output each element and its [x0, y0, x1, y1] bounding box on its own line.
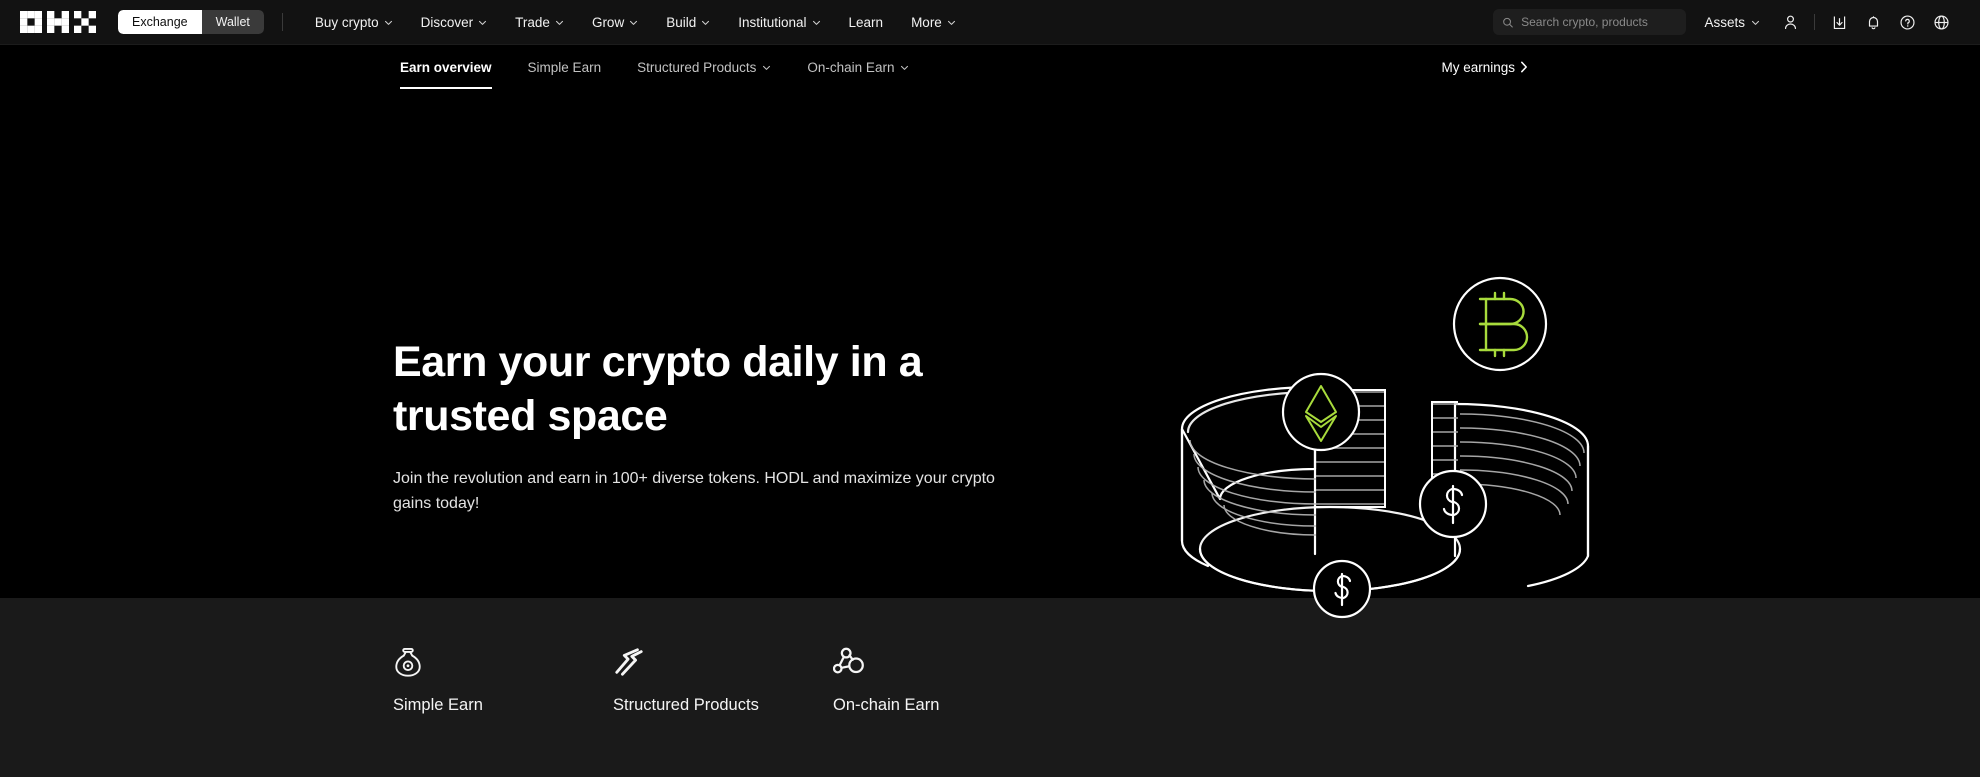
menu-item-more[interactable]: More: [897, 0, 970, 45]
user-icon: [1784, 15, 1796, 29]
menu-label: More: [911, 14, 942, 30]
tab-label: Structured Products: [637, 59, 757, 75]
menu-item-buy-crypto[interactable]: Buy crypto: [301, 0, 407, 45]
hero-copy: Earn your crypto daily in a trusted spac…: [393, 335, 1073, 517]
menu-item-discover[interactable]: Discover: [407, 0, 502, 45]
bell-icon: [1868, 15, 1878, 29]
menu-item-build[interactable]: Build: [652, 0, 724, 45]
main-menu: Buy crypto Discover Trade Grow Build Ins…: [301, 0, 970, 45]
chevron-down-icon: [901, 65, 909, 70]
nav-divider: [1814, 14, 1815, 30]
product-card-label: Structured Products: [613, 696, 759, 714]
chevron-down-icon: [630, 20, 638, 25]
tab-structured-products[interactable]: Structured Products: [619, 45, 789, 89]
page-title: Earn your crypto daily in a trusted spac…: [393, 338, 923, 441]
chevron-down-icon: [702, 20, 710, 25]
my-earnings-link[interactable]: My earnings: [1441, 60, 1958, 75]
my-earnings-label: My earnings: [1441, 59, 1515, 75]
help-icon: [1899, 14, 1915, 30]
menu-item-institutional[interactable]: Institutional: [724, 0, 834, 45]
subnav-tabs: Earn overview Simple Earn Structured Pro…: [0, 45, 927, 89]
search-icon: [1503, 17, 1514, 28]
exchange-wallet-switch[interactable]: Exchange Wallet: [118, 10, 264, 34]
assets-label: Assets: [1704, 14, 1745, 30]
menu-label: Buy crypto: [314, 14, 379, 30]
menu-label: Trade: [515, 14, 550, 30]
tab-simple-earn[interactable]: Simple Earn: [510, 45, 620, 89]
notifications-button[interactable]: [1856, 0, 1890, 45]
hero-section: Earn your crypto daily in a trusted spac…: [0, 89, 1980, 619]
chevron-down-icon: [1751, 20, 1760, 25]
tab-on-chain-earn[interactable]: On-chain Earn: [789, 45, 927, 89]
product-card-structured-products[interactable]: Structured Products: [613, 645, 833, 715]
user-account-button[interactable]: [1773, 0, 1807, 45]
chevron-down-icon: [812, 20, 820, 25]
nav-divider: [281, 13, 283, 31]
help-button[interactable]: [1890, 0, 1924, 45]
menu-label: Discover: [420, 14, 474, 30]
chevron-down-icon: [555, 20, 563, 25]
exchange-toggle[interactable]: Exchange: [118, 10, 202, 34]
chevron-down-icon: [384, 20, 392, 25]
product-card-on-chain-earn[interactable]: On-chain Earn: [833, 645, 1053, 715]
hero-subtitle: Join the revolution and earn in 100+ div…: [393, 470, 995, 513]
network-nodes-icon-wrap: [833, 645, 865, 679]
chevron-right-icon: [1521, 61, 1527, 73]
product-shortcuts: Simple Earn Structured Products On-chain…: [0, 598, 1980, 777]
menu-label: Build: [666, 14, 697, 30]
tab-earn-overview[interactable]: Earn overview: [382, 45, 510, 89]
menu-label: Institutional: [738, 14, 807, 30]
crypto-vault-illustration: [1180, 276, 1590, 619]
assets-menu[interactable]: Assets: [1686, 0, 1773, 45]
product-card-simple-earn[interactable]: Simple Earn: [393, 645, 613, 715]
okx-logo[interactable]: [20, 11, 96, 33]
menu-item-learn[interactable]: Learn: [835, 0, 898, 45]
network-nodes-icon: [833, 647, 864, 674]
menu-label: Learn: [848, 14, 884, 30]
menu-label: Grow: [591, 14, 625, 30]
money-bag-icon: [395, 647, 421, 677]
nav-right-cluster: Assets: [1493, 0, 1958, 45]
language-button[interactable]: [1924, 0, 1958, 45]
menu-item-trade[interactable]: Trade: [501, 0, 578, 45]
money-bag-icon-wrap: [393, 645, 423, 679]
search-box[interactable]: [1493, 9, 1687, 35]
tab-label: On-chain Earn: [807, 59, 895, 75]
download-app-button[interactable]: [1822, 0, 1856, 45]
product-card-label: Simple Earn: [393, 696, 483, 714]
zigzag-chart-icon: [615, 648, 643, 676]
download-icon: [1833, 16, 1845, 29]
zigzag-chart-icon-wrap: [613, 645, 645, 679]
search-input[interactable]: [1521, 15, 1678, 29]
chevron-down-icon: [947, 20, 955, 25]
tab-label: Simple Earn: [527, 59, 602, 75]
top-navigation-bar: Exchange Wallet Buy crypto Discover Trad…: [0, 0, 1980, 45]
earn-sub-navigation: Earn overview Simple Earn Structured Pro…: [0, 45, 1980, 89]
chevron-down-icon: [763, 65, 771, 70]
menu-item-grow[interactable]: Grow: [578, 0, 652, 45]
product-card-label: On-chain Earn: [833, 696, 940, 714]
globe-icon: [1933, 14, 1949, 30]
wallet-toggle[interactable]: Wallet: [201, 10, 264, 34]
chevron-down-icon: [479, 20, 487, 25]
tab-label: Earn overview: [400, 59, 492, 75]
